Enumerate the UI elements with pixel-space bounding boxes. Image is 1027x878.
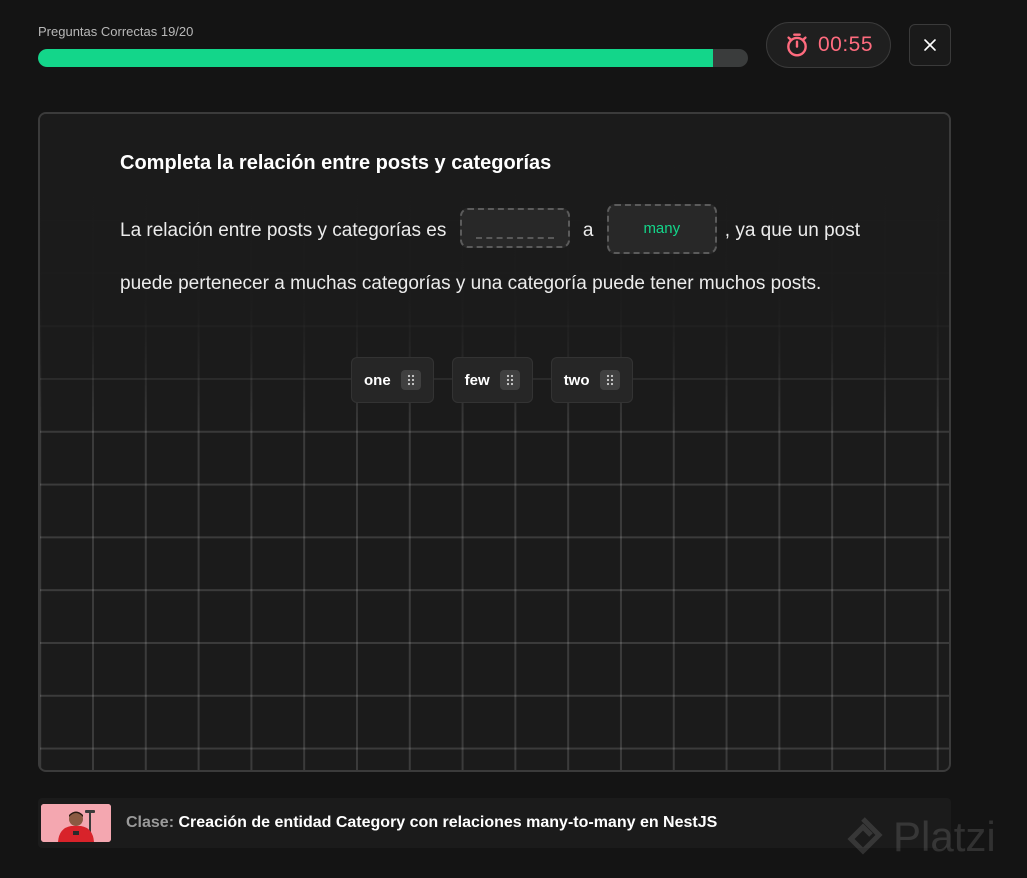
answer-options: one few two bbox=[351, 357, 633, 403]
class-thumbnail bbox=[41, 804, 111, 842]
class-info-bar[interactable]: Clase: Creación de entidad Category con … bbox=[38, 798, 951, 848]
drag-handle-icon[interactable] bbox=[599, 370, 620, 390]
platzi-watermark: Platzi bbox=[843, 806, 1023, 868]
timer: 00:55 bbox=[766, 22, 891, 68]
class-prefix: Clase: bbox=[126, 814, 175, 831]
option-label: one bbox=[364, 371, 391, 389]
class-text[interactable]: Clase: Creación de entidad Category con … bbox=[126, 814, 717, 832]
drag-handle-icon[interactable] bbox=[499, 370, 520, 390]
stopwatch-icon bbox=[787, 33, 807, 57]
class-title-link[interactable]: Creación de entidad Category con relacio… bbox=[178, 814, 717, 831]
option-label: few bbox=[464, 371, 490, 389]
question-title: Completa la relación entre posts y categ… bbox=[120, 152, 552, 174]
sentence-start: La relación entre posts y categorías es bbox=[120, 220, 447, 241]
instructor-image bbox=[41, 804, 111, 842]
question-sentence: La relación entre posts y categorías es … bbox=[120, 203, 900, 310]
progress-bar bbox=[38, 49, 748, 67]
progress-bar-fill bbox=[38, 49, 713, 67]
progress-label: Preguntas Correctas 19/20 bbox=[38, 24, 194, 39]
sentence-connector: a bbox=[582, 220, 594, 241]
platzi-logo-icon bbox=[847, 817, 883, 855]
quiz-page: Preguntas Correctas 19/20 00:55 Completa… bbox=[0, 0, 1027, 878]
timer-value: 00:55 bbox=[817, 33, 874, 56]
drop-slot-empty[interactable] bbox=[459, 207, 570, 248]
option-chip-few[interactable]: few bbox=[451, 357, 533, 403]
drag-handle-icon[interactable] bbox=[400, 370, 421, 390]
option-label: two bbox=[563, 371, 590, 389]
option-chip-two[interactable]: two bbox=[550, 357, 633, 403]
option-chip-one[interactable]: one bbox=[351, 357, 434, 403]
close-button[interactable] bbox=[909, 24, 951, 66]
close-icon bbox=[924, 39, 936, 51]
question-card: Completa la relación entre posts y categ… bbox=[38, 112, 951, 772]
drop-slot-filled[interactable]: many bbox=[606, 203, 717, 254]
watermark-text: Platzi bbox=[893, 813, 996, 860]
